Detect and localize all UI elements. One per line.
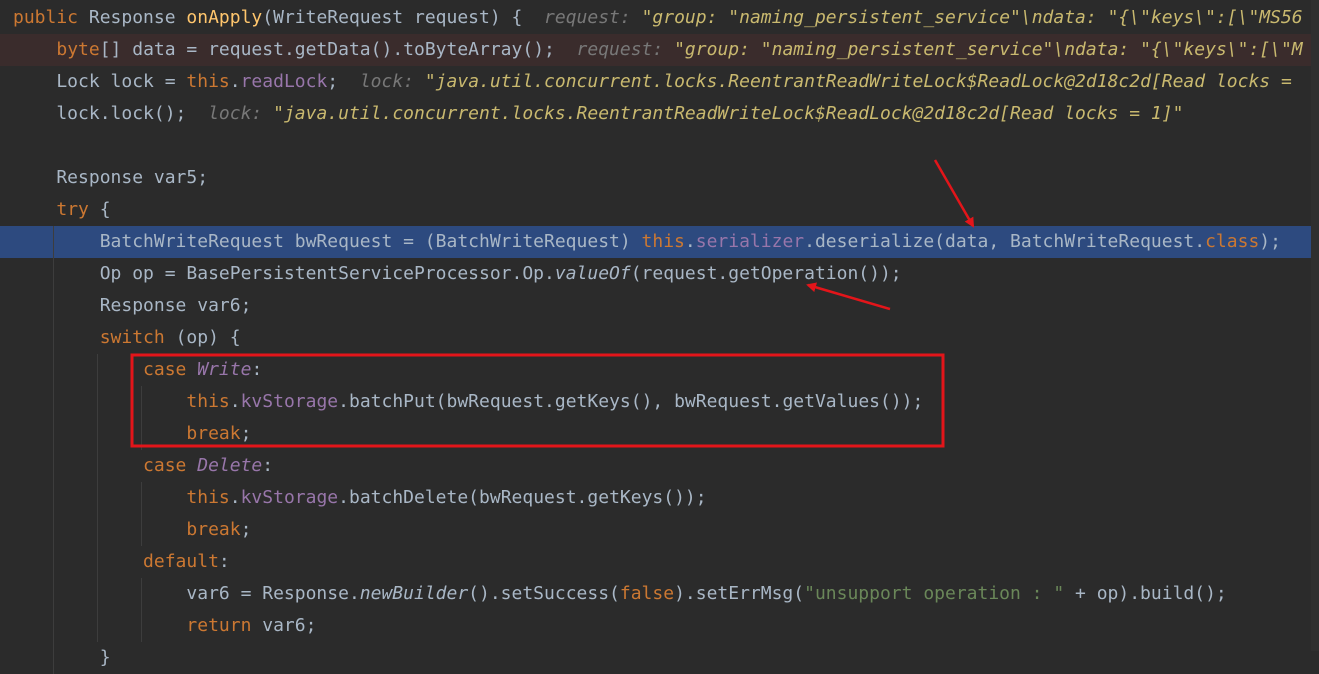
annotation-layer bbox=[130, 159, 975, 448]
case-write-highlight-box bbox=[130, 353, 945, 448]
arrow-to-getoperation bbox=[806, 282, 891, 311]
arrow-to-deserialize bbox=[933, 159, 975, 228]
